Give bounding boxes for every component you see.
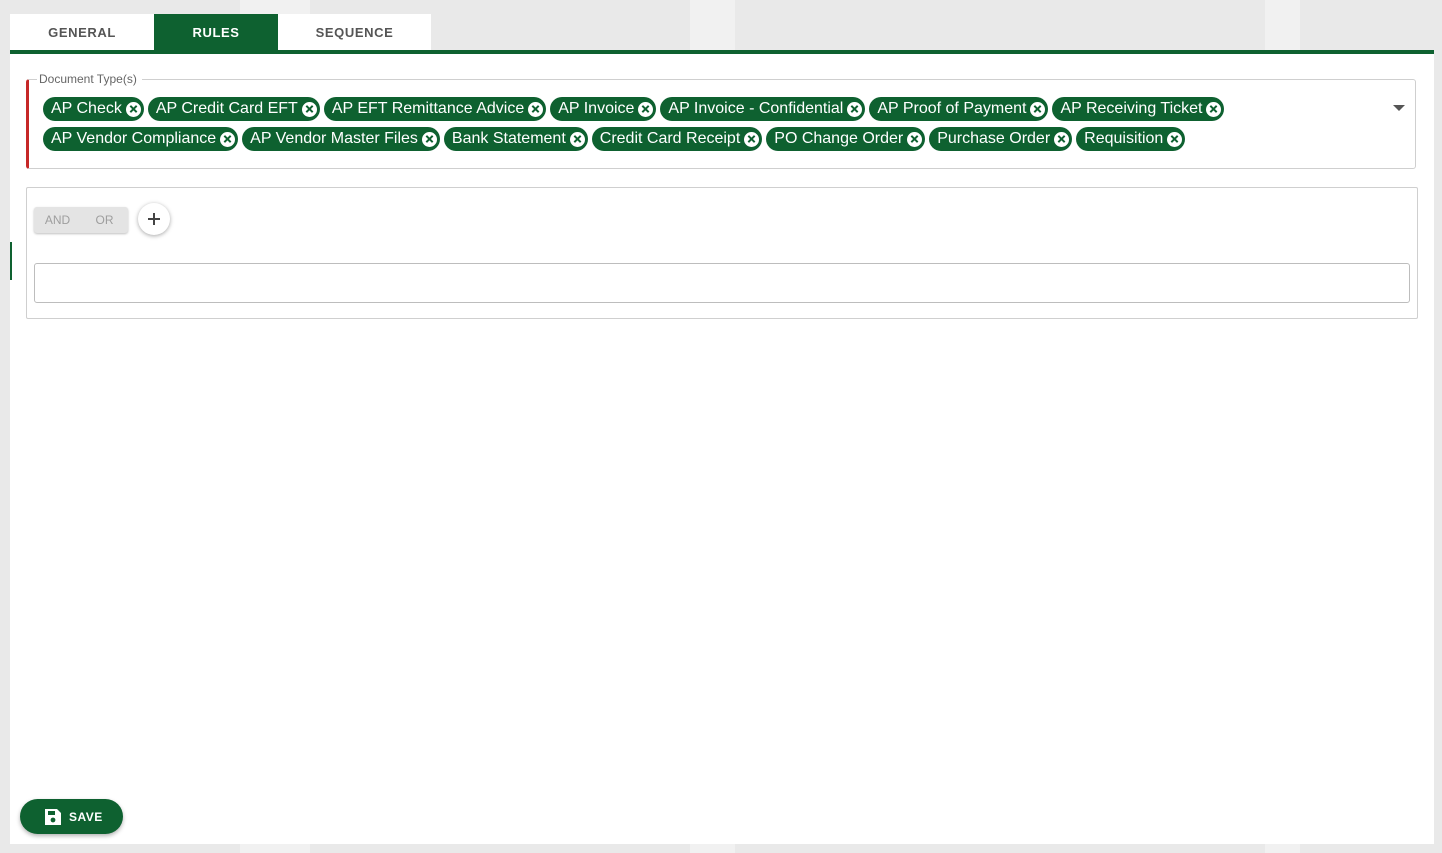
chip-po-change-order: PO Change Order xyxy=(766,127,926,151)
chip-label: Bank Statement xyxy=(451,130,566,147)
chip-ap-vendor-compliance: AP Vendor Compliance xyxy=(43,127,239,151)
chip-remove-icon[interactable] xyxy=(1206,101,1222,117)
chip-label: AP Proof of Payment xyxy=(877,100,1027,117)
rules-panel: Document Type(s) AP Check AP Credit Card… xyxy=(10,54,1434,844)
tab-bar: GENERAL RULES SEQUENCE xyxy=(10,14,431,50)
chip-ap-invoice-confidential: AP Invoice - Confidential xyxy=(660,97,866,121)
chip-remove-icon[interactable] xyxy=(847,101,863,117)
chip-remove-icon[interactable] xyxy=(744,131,760,147)
and-button[interactable]: AND xyxy=(34,207,81,233)
and-or-toggle: AND OR xyxy=(34,207,128,233)
chip-requisition: Requisition xyxy=(1076,127,1186,151)
floppy-disk-icon xyxy=(45,808,61,825)
chip-ap-vendor-master-files: AP Vendor Master Files xyxy=(242,127,440,151)
rule-input[interactable] xyxy=(34,263,1410,303)
chip-purchase-order: Purchase Order xyxy=(929,127,1073,151)
chip-label: AP Check xyxy=(51,100,122,117)
tab-rules[interactable]: RULES xyxy=(154,14,278,50)
save-button[interactable]: SAVE xyxy=(20,799,123,834)
or-button[interactable]: OR xyxy=(81,207,128,233)
chip-remove-icon[interactable] xyxy=(1167,131,1183,147)
chip-label: AP Receiving Ticket xyxy=(1060,100,1203,117)
chip-list: AP Check AP Credit Card EFT AP EFT Remit… xyxy=(43,97,1373,157)
chip-label: Requisition xyxy=(1084,130,1164,147)
chip-credit-card-receipt: Credit Card Receipt xyxy=(591,127,763,151)
chip-label: AP Vendor Master Files xyxy=(250,130,418,147)
chip-label: Credit Card Receipt xyxy=(599,130,741,147)
chip-remove-icon[interactable] xyxy=(907,131,923,147)
chip-ap-eft-remittance-advice: AP EFT Remittance Advice xyxy=(323,97,547,121)
chip-label: AP Invoice xyxy=(558,100,635,117)
rule-group: AND OR xyxy=(26,187,1418,319)
chip-remove-icon[interactable] xyxy=(569,131,585,147)
chip-bank-statement: Bank Statement xyxy=(443,127,588,151)
save-button-label: SAVE xyxy=(69,809,103,824)
chip-ap-credit-card-eft: AP Credit Card EFT xyxy=(147,97,320,121)
chip-ap-check: AP Check xyxy=(43,97,144,121)
add-rule-button[interactable] xyxy=(138,203,170,235)
side-indicator xyxy=(10,242,12,280)
document-types-label: Document Type(s) xyxy=(37,72,142,86)
chip-remove-icon[interactable] xyxy=(220,131,236,147)
chip-label: AP Vendor Compliance xyxy=(51,130,217,147)
chip-remove-icon[interactable] xyxy=(1054,131,1070,147)
chip-label: Purchase Order xyxy=(937,130,1051,147)
chip-ap-proof-of-payment: AP Proof of Payment xyxy=(869,97,1049,121)
chip-label: AP EFT Remittance Advice xyxy=(331,100,525,117)
document-types-select[interactable]: Document Type(s) AP Check AP Credit Card… xyxy=(26,72,1416,169)
chip-label: PO Change Order xyxy=(774,130,904,147)
chip-remove-icon[interactable] xyxy=(301,101,317,117)
chip-remove-icon[interactable] xyxy=(1030,101,1046,117)
chip-label: AP Invoice - Confidential xyxy=(668,100,844,117)
dropdown-arrow-icon[interactable] xyxy=(1393,105,1405,111)
chip-remove-icon[interactable] xyxy=(421,131,437,147)
chip-ap-receiving-ticket: AP Receiving Ticket xyxy=(1052,97,1225,121)
chip-remove-icon[interactable] xyxy=(125,101,141,117)
chip-remove-icon[interactable] xyxy=(638,101,654,117)
tab-sequence[interactable]: SEQUENCE xyxy=(278,14,431,50)
chip-remove-icon[interactable] xyxy=(528,101,544,117)
chip-label: AP Credit Card EFT xyxy=(155,100,298,117)
tab-general[interactable]: GENERAL xyxy=(10,14,154,50)
chip-ap-invoice: AP Invoice xyxy=(550,97,657,121)
